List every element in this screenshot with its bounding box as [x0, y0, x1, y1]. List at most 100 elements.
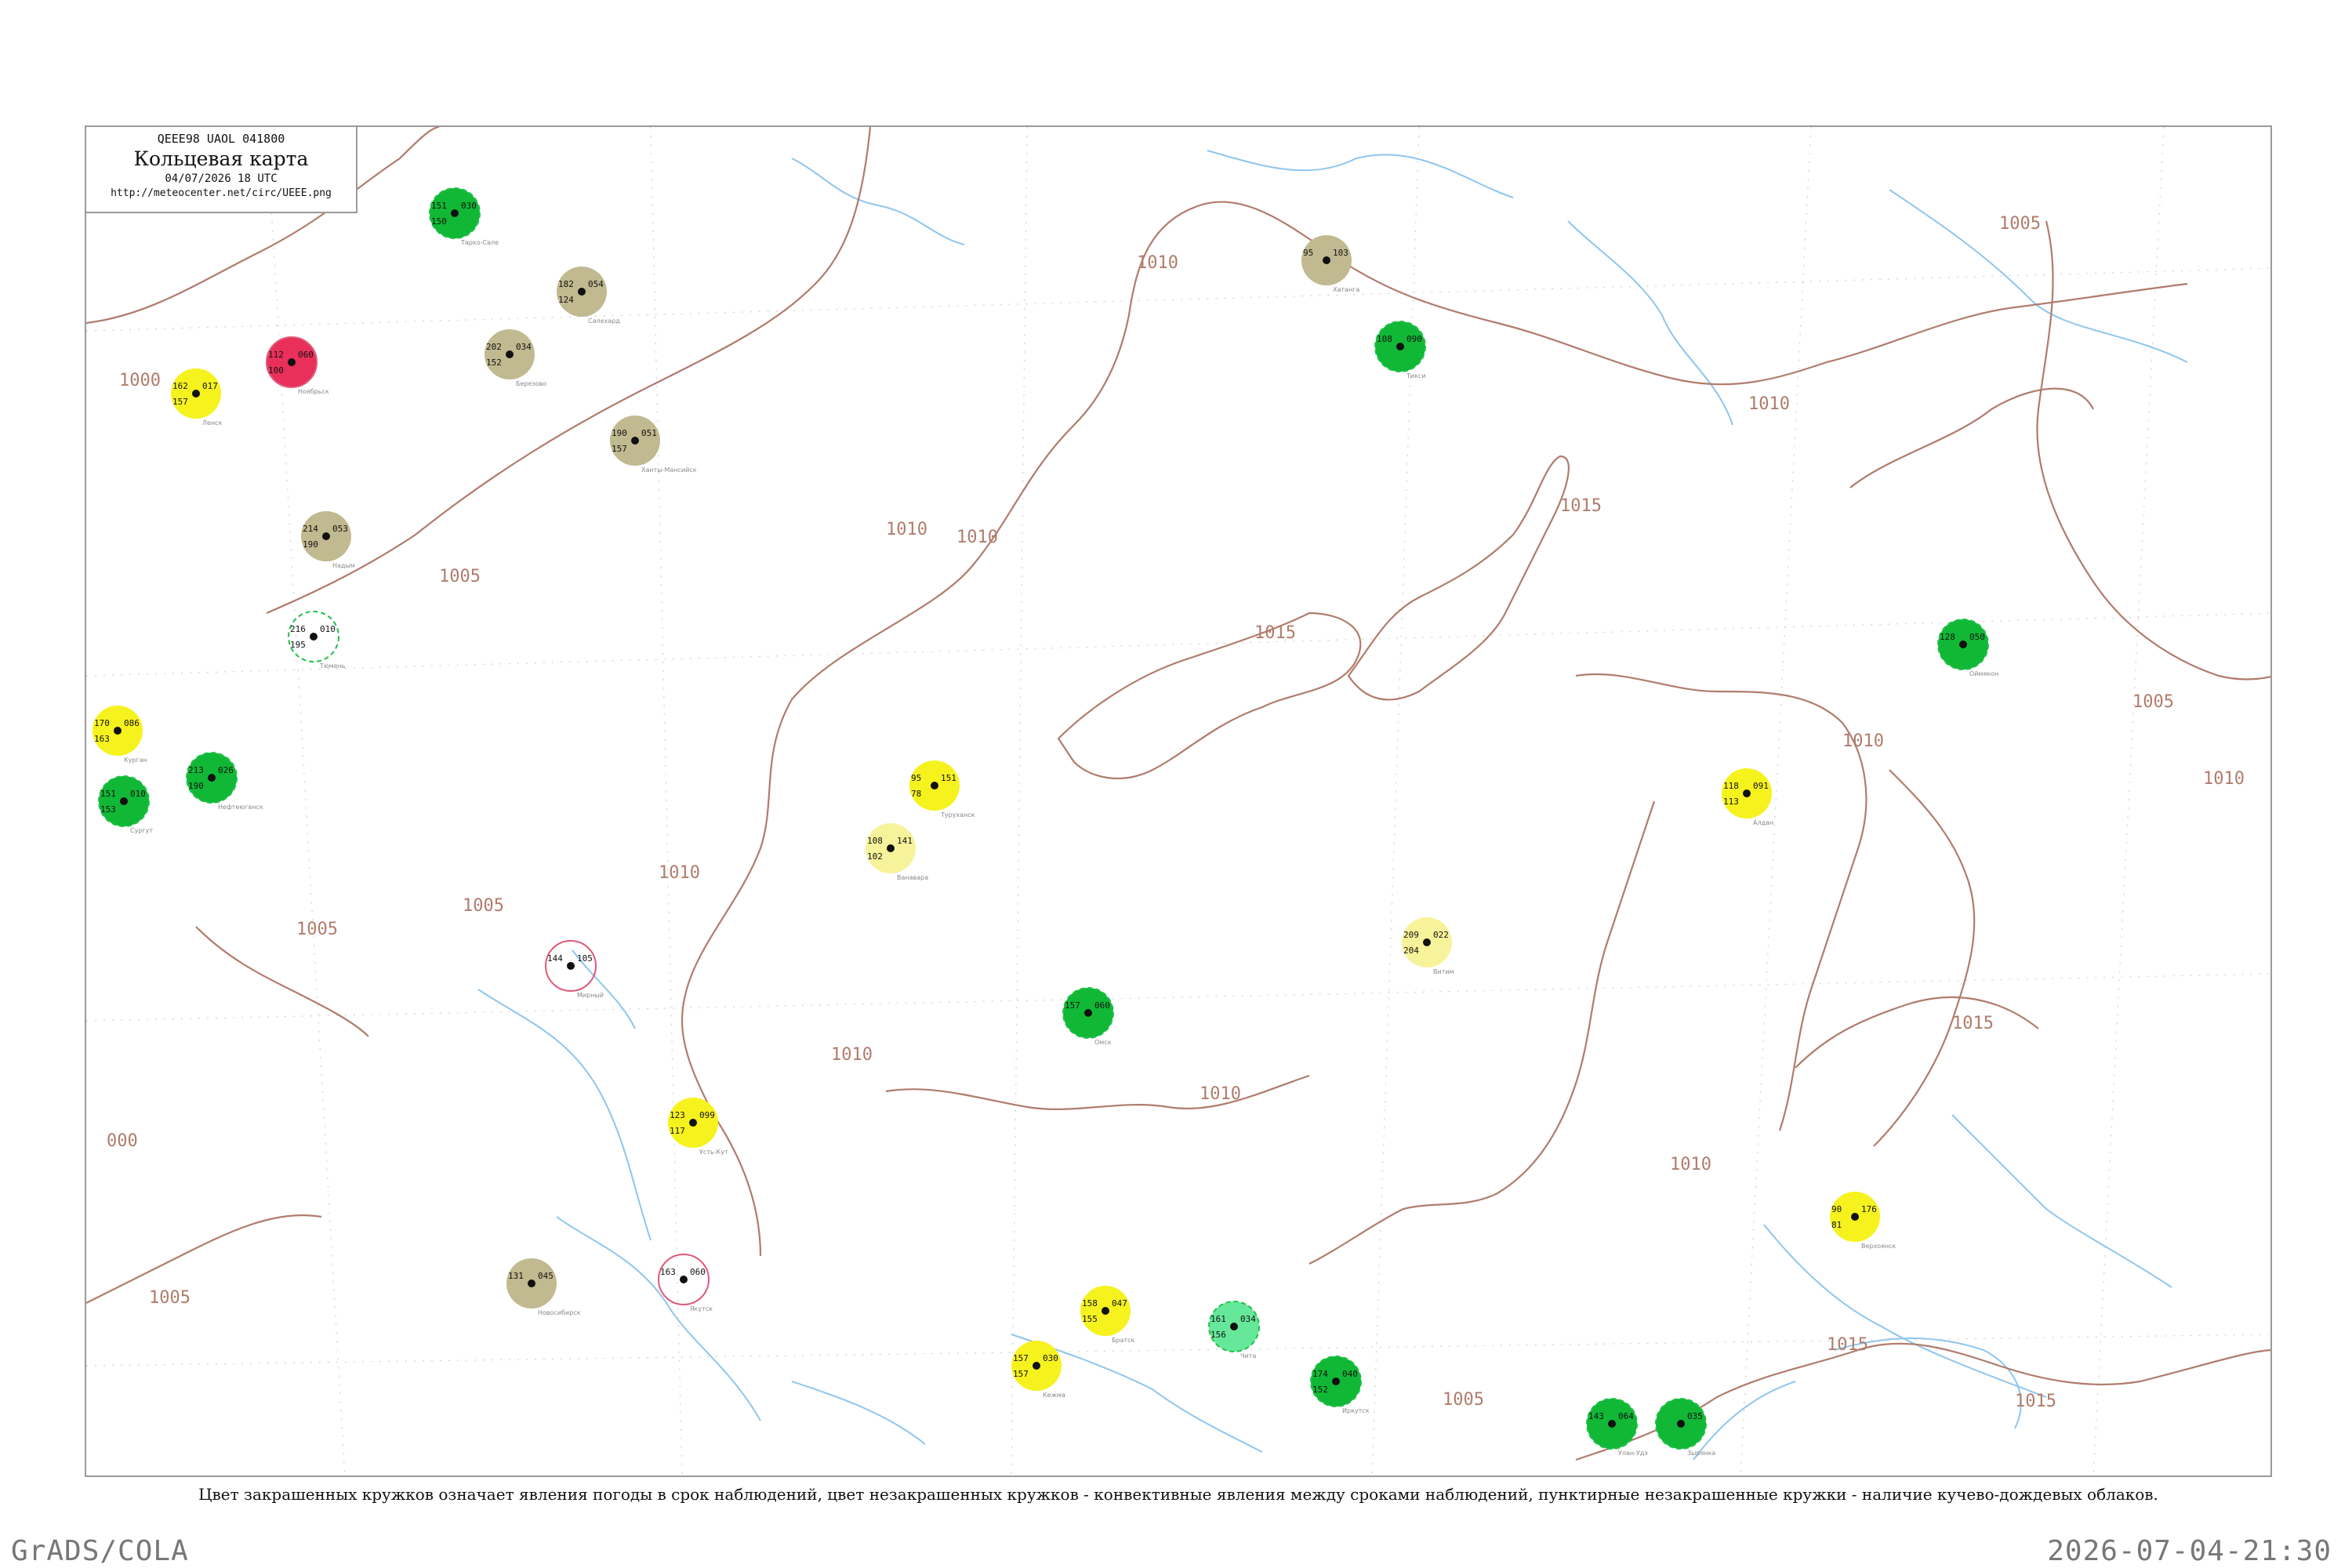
isobar-label: 1010: [886, 520, 927, 539]
station-dewpoint: 190: [303, 539, 318, 550]
station-marker[interactable]: 170 163 086 Курган: [93, 706, 147, 764]
station-name: Тарко-Сале: [460, 239, 499, 246]
rivers: [477, 150, 2188, 1461]
station-marker[interactable]: 035 Зырянка: [1655, 1398, 1715, 1457]
isobar-labels: 1005 1010 1010 1005 1010 1015 1015 1010 …: [107, 214, 2245, 1411]
station-marker[interactable]: 158 155 047 Братск: [1080, 1286, 1135, 1344]
station-marker[interactable]: 151 153 010 Сургут: [98, 775, 153, 834]
station-pressure: 099: [699, 1110, 715, 1120]
station-marker[interactable]: 162 157 017 Ленск: [171, 368, 223, 426]
station-temperature: 95: [1303, 248, 1313, 258]
cloud-cover-icon: [310, 633, 318, 641]
cloud-cover-icon: [288, 358, 296, 366]
station-marker[interactable]: 202 152 034 Березово: [485, 329, 546, 387]
station-marker[interactable]: 108 102 141 Ванавара: [866, 823, 928, 881]
isobar-label: 1015: [2015, 1392, 2056, 1411]
station-dewpoint: 152: [486, 358, 502, 368]
station-temperature: 118: [1723, 781, 1739, 791]
station-marker[interactable]: 151 150 030 Тарко-Сале: [429, 187, 499, 246]
station-dewpoint: 163: [94, 734, 110, 744]
station-marker[interactable]: 118 113 091 Алдан: [1722, 768, 1773, 826]
station-marker[interactable]: 157 060 Омск: [1062, 987, 1114, 1046]
map-legend-box: QEEE98 UAOL 041800 Кольцевая карта 04/07…: [85, 125, 358, 213]
software-credit: GrADS/COLA: [11, 1535, 189, 1567]
station-pressure: 103: [1333, 248, 1348, 258]
station-temperature: 202: [486, 342, 502, 352]
station-dewpoint: 195: [290, 640, 306, 650]
station-name: Братск: [1112, 1337, 1135, 1344]
station-pressure: 047: [1112, 1298, 1127, 1308]
station-pressure: 034: [516, 342, 532, 352]
station-marker[interactable]: 128 050 Оймякон: [1937, 619, 1998, 677]
stations-layer: 216 195 010 Тюмень 170 163 086 Курган 151 153 010 С…: [93, 187, 1998, 1457]
station-temperature: 170: [94, 718, 110, 728]
weather-map: 1005 1010 1010 1005 1010 1015 1015 1010 …: [86, 127, 2270, 1475]
station-marker[interactable]: 123 117 099 Усть-Кут: [668, 1098, 728, 1156]
station-temperature: 163: [660, 1267, 676, 1277]
cloud-cover-icon: [451, 209, 459, 217]
graticule: [86, 127, 2270, 1475]
isobar-label: 1010: [1200, 1084, 1241, 1104]
station-marker[interactable]: 174 152 040 Иркутск: [1310, 1356, 1370, 1414]
station-pressure: 040: [1342, 1369, 1358, 1379]
station-marker[interactable]: 112 100 060 Ноябрьск: [266, 336, 329, 395]
station-name: Тикси: [1406, 372, 1426, 379]
station-name: Якутск: [690, 1305, 713, 1312]
station-marker[interactable]: 161 156 034 Чита: [1208, 1301, 1260, 1359]
station-marker[interactable]: 214 190 053 Надым: [301, 511, 355, 569]
isobar-label: 1005: [463, 896, 504, 916]
bulletin-code: QEEE98 UAOL 041800: [157, 132, 285, 146]
isobar-label: 1010: [1748, 394, 1790, 414]
isobar-label: 1010: [956, 528, 998, 547]
station-dewpoint: 156: [1210, 1330, 1226, 1340]
isobar-label: 1010: [831, 1045, 873, 1065]
map-area[interactable]: 1005 1010 1010 1005 1010 1015 1015 1010 …: [85, 125, 2272, 1477]
station-name: Ванавара: [897, 874, 928, 881]
station-dewpoint: 157: [612, 444, 627, 454]
station-dewpoint: 204: [1403, 946, 1419, 956]
station-marker[interactable]: 144 105 Мирный: [545, 940, 604, 999]
isobar-label: 1010: [2203, 769, 2245, 789]
station-dewpoint: 78: [911, 789, 921, 799]
station-pressure: 034: [1240, 1314, 1256, 1324]
station-name: Надым: [332, 562, 355, 569]
station-pressure: 060: [1094, 1000, 1110, 1011]
station-marker[interactable]: 190 157 051 Ханты-Мансийск: [610, 416, 697, 474]
station-marker[interactable]: 182 124 054 Салехард: [557, 267, 620, 325]
isobar-label: 1005: [296, 920, 338, 939]
station-pressure: 026: [218, 765, 234, 775]
station-name: Ноябрьск: [298, 388, 329, 395]
station-name: Улан-Удэ: [1618, 1450, 1648, 1457]
station-marker[interactable]: 213 190 026 Нефтеюганск: [186, 752, 263, 811]
station-name: Верхоянск: [1861, 1243, 1896, 1250]
cloud-cover-icon: [1743, 789, 1751, 797]
map-url[interactable]: http://meteocenter.net/circ/UEEE.png: [86, 187, 356, 199]
cloud-cover-icon: [120, 797, 128, 805]
station-temperature: 90: [1831, 1204, 1842, 1214]
station-temperature: 112: [268, 350, 284, 360]
station-marker[interactable]: 95 103 Хатанга: [1301, 235, 1359, 293]
station-pressure: 151: [941, 773, 956, 783]
isobar-label: 1005: [2132, 692, 2174, 712]
station-temperature: 157: [1065, 1000, 1080, 1011]
station-temperature: 128: [1940, 632, 1955, 642]
station-marker[interactable]: 95 78 151 Туруханск: [909, 760, 975, 818]
station-temperature: 158: [1082, 1298, 1098, 1308]
station-marker[interactable]: 209 204 022 Витим: [1402, 917, 1454, 975]
station-name: Оймякон: [1969, 670, 1998, 677]
cloud-cover-icon: [1033, 1362, 1040, 1370]
station-name: Чита: [1240, 1352, 1256, 1359]
cloud-cover-icon: [689, 1119, 697, 1127]
station-pressure: 051: [641, 428, 657, 438]
station-marker[interactable]: 143 064 Улан-Удэ: [1586, 1398, 1648, 1457]
station-marker[interactable]: 90 81 176 Верхоянск: [1830, 1192, 1896, 1250]
station-name: Новосибирск: [538, 1309, 581, 1316]
station-marker[interactable]: 108 090 Тикси: [1374, 321, 1426, 379]
station-name: Омск: [1094, 1039, 1112, 1046]
isobar-label: 1010: [1137, 253, 1178, 273]
station-name: Сургут: [130, 827, 153, 834]
station-pressure: 050: [1969, 632, 1985, 642]
isobar-label: 1015: [1827, 1335, 1868, 1355]
station-marker[interactable]: 131 045 Новосибирск: [506, 1258, 581, 1316]
map-caption: Цвет закрашенных кружков означает явлени…: [198, 1485, 2158, 1504]
